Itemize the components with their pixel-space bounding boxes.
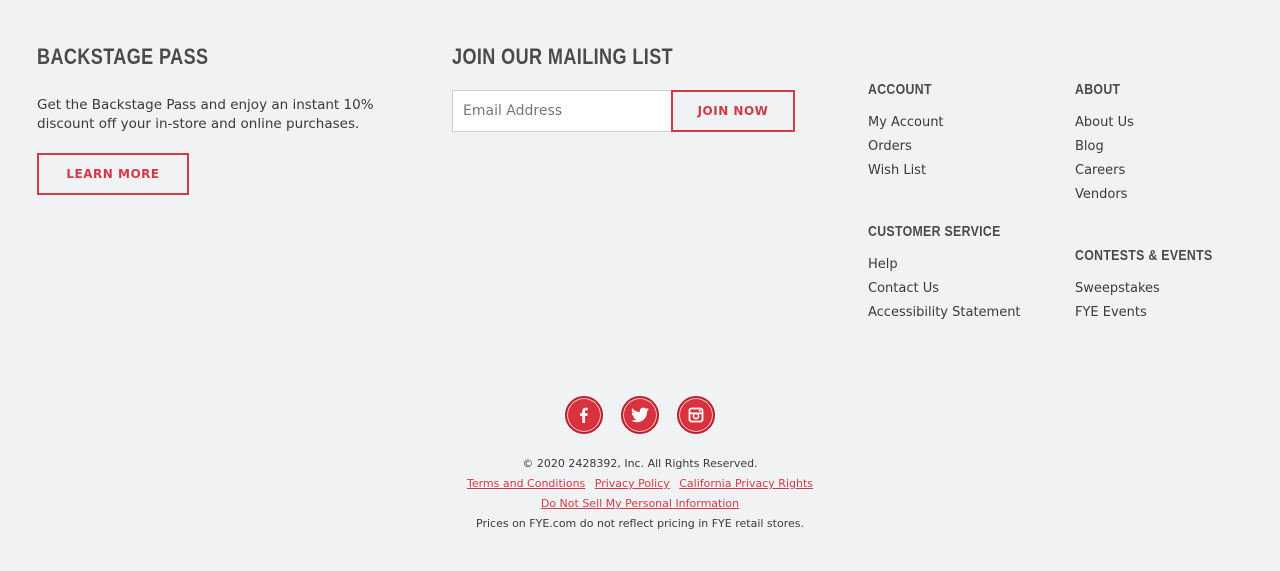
privacy-policy-link[interactable]: Privacy Policy [595,477,670,490]
instagram-icon[interactable] [677,396,715,434]
contests-events-heading: CONTESTS & EVENTS [1075,247,1213,264]
mailing-list-title: JOIN OUR MAILING LIST [452,44,674,69]
backstage-pass-title: BACKSTAGE PASS [37,44,209,69]
do-not-sell-link[interactable]: Do Not Sell My Personal Information [541,497,739,510]
about-heading: ABOUT [1075,81,1121,98]
learn-more-button[interactable]: LEARN MORE [37,153,189,195]
copyright-text: © 2020 2428392, Inc. All Rights Reserved… [522,457,758,470]
account-heading: ACCOUNT [868,81,932,98]
footer-link-accessibility[interactable]: Accessibility Statement [868,301,1030,325]
legal-footer: © 2020 2428392, Inc. All Rights Reserved… [0,454,1280,534]
legal-links-row: Terms and Conditions Privacy Policy Cali… [0,474,1280,494]
mailing-list-section: JOIN OUR MAILING LIST JOIN NOW [452,44,812,132]
footer-link-vendors[interactable]: Vendors [1075,183,1134,207]
terms-link[interactable]: Terms and Conditions [467,477,585,490]
footer-link-wish-list[interactable]: Wish List [868,159,946,183]
customer-service-links: CUSTOMER SERVICE Help Contact Us Accessi… [868,223,1030,325]
footer-link-help[interactable]: Help [868,253,1030,277]
footer-link-fye-events[interactable]: FYE Events [1075,301,1243,325]
customer-service-heading: CUSTOMER SERVICE [868,223,1001,240]
social-links [565,396,715,434]
pricing-note: Prices on FYE.com do not reflect pricing… [476,517,804,530]
footer-link-orders[interactable]: Orders [868,135,946,159]
account-links: ACCOUNT My Account Orders Wish List [868,81,946,183]
about-links: ABOUT About Us Blog Careers Vendors [1075,81,1134,207]
email-input[interactable] [452,90,672,132]
footer-link-my-account[interactable]: My Account [868,111,946,135]
footer-link-about-us[interactable]: About Us [1075,111,1134,135]
facebook-icon[interactable] [565,396,603,434]
footer-link-blog[interactable]: Blog [1075,135,1134,159]
backstage-pass-description: Get the Backstage Pass and enjoy an inst… [37,97,374,132]
california-privacy-link[interactable]: California Privacy Rights [679,477,813,490]
contests-events-links: CONTESTS & EVENTS Sweepstakes FYE Events [1075,247,1243,325]
footer-link-sweepstakes[interactable]: Sweepstakes [1075,277,1243,301]
footer-link-careers[interactable]: Careers [1075,159,1134,183]
footer-link-contact-us[interactable]: Contact Us [868,277,1030,301]
twitter-icon[interactable] [621,396,659,434]
join-now-button[interactable]: JOIN NOW [671,90,795,132]
do-not-sell-row: Do Not Sell My Personal Information [0,494,1280,514]
backstage-pass-section: BACKSTAGE PASS Get the Backstage Pass an… [37,44,407,195]
